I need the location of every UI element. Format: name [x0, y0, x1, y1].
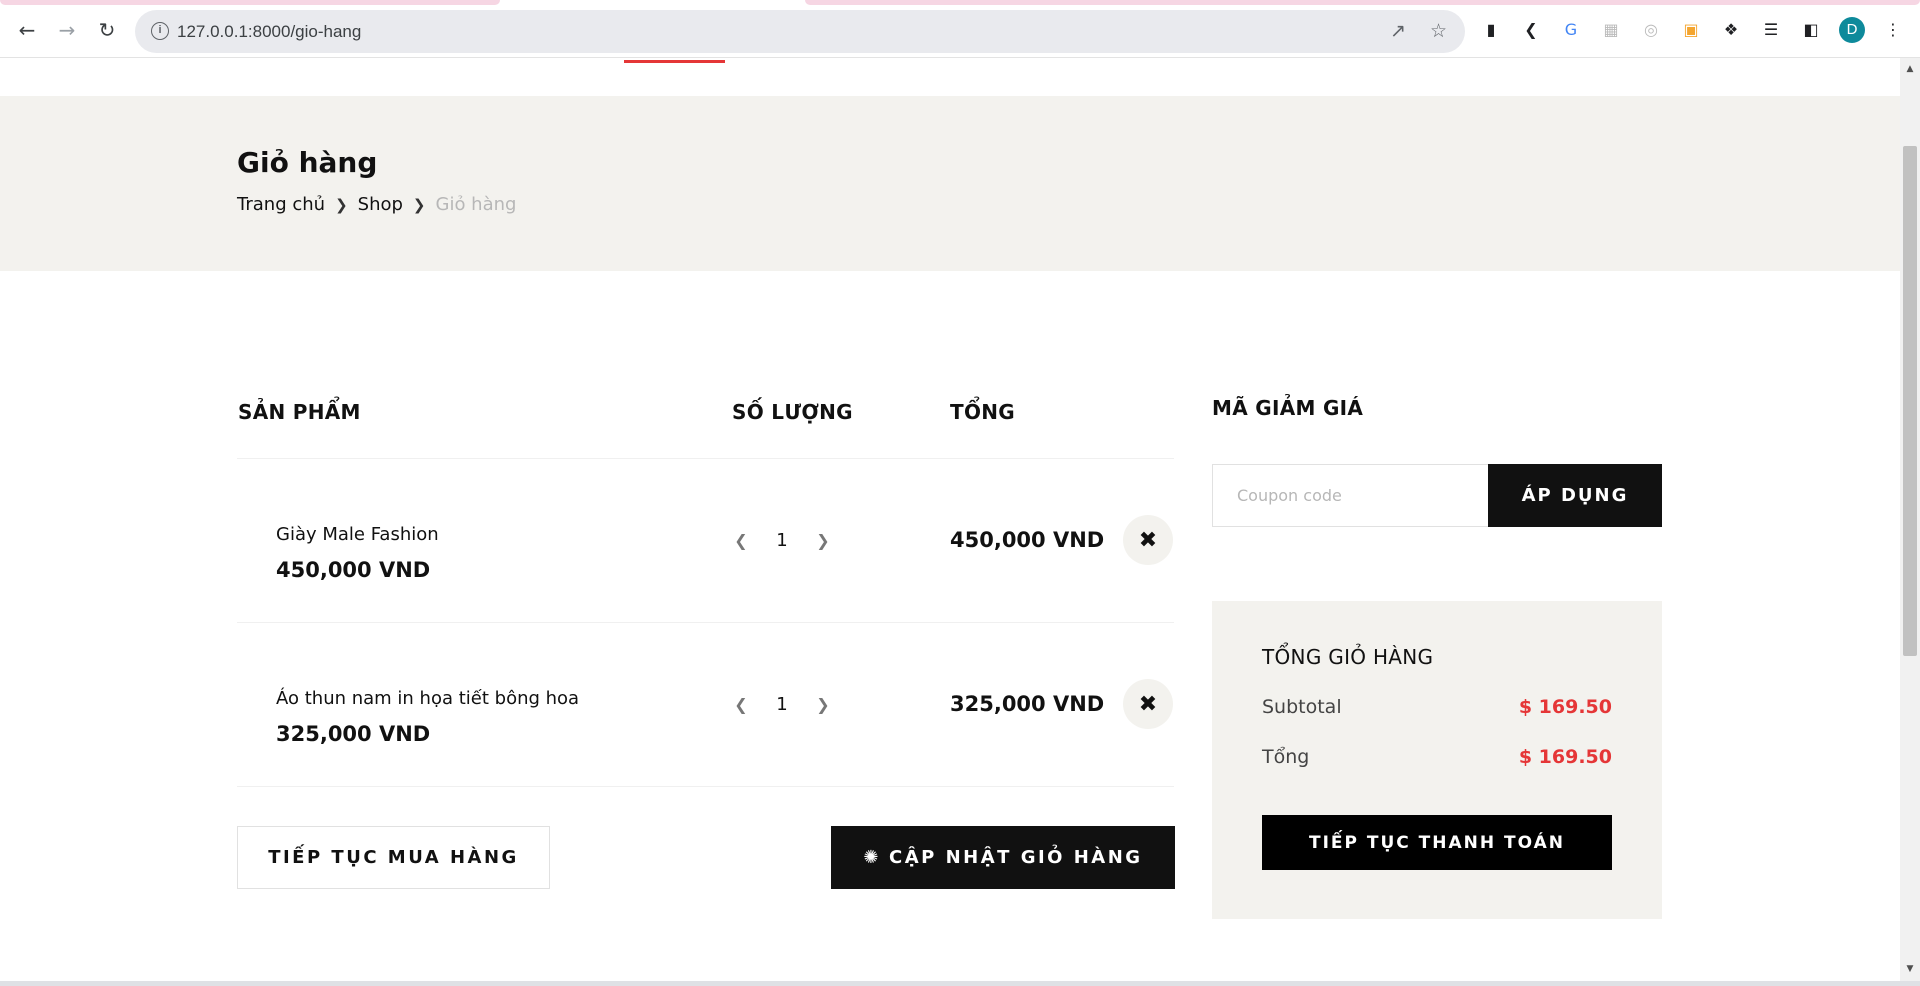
side-panel-icon[interactable]: ◧ — [1800, 18, 1822, 40]
cart-total-title: TỔNG GIỎ HÀNG — [1262, 645, 1434, 669]
column-header-product: SẢN PHẨM — [238, 400, 361, 424]
continue-shopping-label: TIẾP TỤC MUA HÀNG — [268, 847, 519, 868]
quantity-value[interactable]: 1 — [776, 530, 787, 551]
reload-icon[interactable]: ↻ — [92, 15, 122, 45]
subtotal-row: Subtotal $ 169.50 — [1262, 696, 1612, 718]
divider — [237, 786, 1174, 787]
active-nav-underline — [624, 60, 725, 63]
page-content: Giỏ hàng Trang chủ ❯ Shop ❯ Giỏ hàng SẢN… — [0, 58, 1900, 981]
quantity-value[interactable]: 1 — [776, 694, 787, 715]
update-cart-label: CẬP NHẬT GIỎ HÀNG — [889, 847, 1143, 868]
google-translate-icon[interactable]: G — [1560, 18, 1582, 40]
extension-phone-icon[interactable]: ▮ — [1480, 18, 1502, 40]
breadcrumb: Trang chủ ❯ Shop ❯ Giỏ hàng — [237, 194, 516, 215]
coupon-input[interactable] — [1212, 464, 1489, 527]
scrollbar-thumb[interactable] — [1903, 146, 1917, 656]
product-name[interactable]: Áo thun nam in họa tiết bông hoa — [276, 688, 579, 709]
cart-total-panel: TỔNG GIỎ HÀNG Subtotal $ 169.50 Tổng $ 1… — [1212, 601, 1662, 919]
column-header-total: TỔNG — [950, 400, 1015, 424]
address-bar[interactable]: i 127.0.0.1:8000/gio-hang ↗ ☆ — [135, 10, 1465, 53]
divider — [237, 622, 1174, 623]
total-label: Tổng — [1262, 746, 1310, 768]
bookmark-star-icon[interactable]: ☆ — [1430, 20, 1447, 42]
product-price: 325,000 VND — [276, 722, 431, 746]
extensions-puzzle-icon[interactable]: ❖ — [1720, 18, 1742, 40]
quantity-stepper[interactable]: ❮ 1 ❯ — [732, 694, 832, 715]
extension-target-icon[interactable]: ◎ — [1640, 18, 1662, 40]
total-row: Tổng $ 169.50 — [1262, 746, 1612, 768]
chevron-left-icon[interactable]: ❮ — [732, 695, 750, 714]
page-title: Giỏ hàng — [237, 146, 378, 179]
product-name[interactable]: Giày Male Fashion — [276, 524, 439, 545]
apply-coupon-label: ÁP DỤNG — [1521, 485, 1629, 506]
tab-strip-hint — [0, 0, 500, 5]
chevron-right-icon[interactable]: ❯ — [814, 695, 832, 714]
scroll-down-arrow-icon[interactable]: ▼ — [1900, 964, 1920, 974]
url-text: 127.0.0.1:8000/gio-hang — [177, 22, 362, 41]
remove-item-button[interactable]: ✖ — [1123, 515, 1173, 565]
spinner-icon: ✺ — [863, 847, 881, 868]
chevron-right-icon: ❯ — [335, 195, 348, 214]
chevron-right-icon[interactable]: ❯ — [814, 531, 832, 550]
page-scrollbar[interactable]: ▲ ▼ — [1900, 58, 1920, 981]
checkout-label: TIẾP TỤC THANH TOÁN — [1308, 832, 1566, 853]
subtotal-value: $ 169.50 — [1518, 696, 1612, 718]
back-icon[interactable]: ← — [12, 15, 42, 45]
tab-strip-hint-right — [805, 0, 1920, 5]
breadcrumb-current: Giỏ hàng — [435, 194, 517, 215]
browser-toolbar: ← → ↻ i 127.0.0.1:8000/gio-hang ↗ ☆ ▮ ❮ … — [0, 0, 1920, 58]
divider — [237, 458, 1174, 459]
close-icon: ✖ — [1138, 691, 1158, 717]
update-cart-button[interactable]: ✺ CẬP NHẬT GIỎ HÀNG — [831, 826, 1175, 889]
total-value: $ 169.50 — [1518, 746, 1612, 768]
breadcrumb-shop-link[interactable]: Shop — [358, 194, 403, 215]
breadcrumb-home-link[interactable]: Trang chủ — [237, 194, 325, 215]
extension-orange-icon[interactable]: ▣ — [1680, 18, 1702, 40]
column-header-quantity: SỐ LƯỢNG — [732, 400, 853, 424]
forward-icon[interactable]: → — [52, 15, 82, 45]
window-bottom-edge — [0, 981, 1920, 986]
chevron-right-icon: ❯ — [412, 195, 426, 214]
subtotal-label: Subtotal — [1262, 696, 1342, 718]
share-icon[interactable]: ↗ — [1390, 20, 1406, 42]
remove-item-button[interactable]: ✖ — [1123, 679, 1173, 729]
continue-shopping-button[interactable]: TIẾP TỤC MUA HÀNG — [237, 826, 550, 889]
extension-grid-icon[interactable]: ▦ — [1600, 18, 1622, 40]
browser-menu-icon[interactable]: ⋮ — [1882, 18, 1904, 40]
quantity-stepper[interactable]: ❮ 1 ❯ — [732, 530, 832, 551]
scroll-up-arrow-icon[interactable]: ▲ — [1900, 64, 1920, 74]
apply-coupon-button[interactable]: ÁP DỤNG — [1488, 464, 1662, 527]
row-total: 325,000 VND — [950, 692, 1105, 716]
profile-avatar[interactable]: D — [1839, 17, 1865, 43]
row-total: 450,000 VND — [950, 528, 1105, 552]
extension-chevron-icon[interactable]: ❮ — [1520, 18, 1542, 40]
checkout-button[interactable]: TIẾP TỤC THANH TOÁN — [1262, 815, 1612, 870]
site-info-icon[interactable]: i — [151, 22, 169, 40]
product-price: 450,000 VND — [276, 558, 431, 582]
chevron-left-icon[interactable]: ❮ — [732, 531, 750, 550]
media-controls-icon[interactable]: ☰ — [1760, 18, 1782, 40]
coupon-title: MÃ GIẢM GIÁ — [1212, 396, 1364, 420]
close-icon: ✖ — [1138, 527, 1158, 553]
breadcrumb-section: Giỏ hàng Trang chủ ❯ Shop ❯ Giỏ hàng — [0, 96, 1900, 271]
